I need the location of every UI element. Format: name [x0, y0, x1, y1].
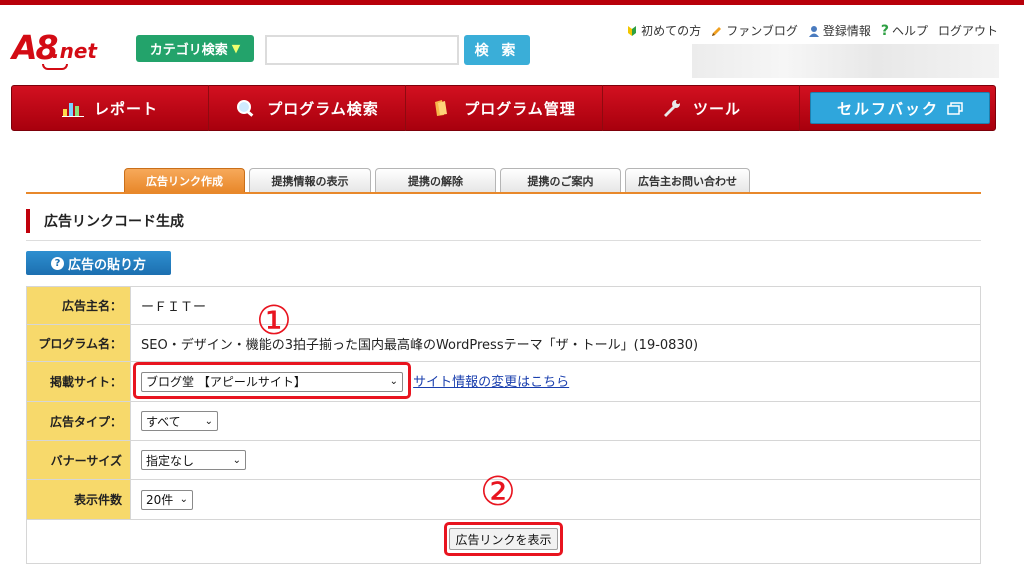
- bar-chart-icon: [61, 103, 84, 117]
- top-accent-bar: [0, 0, 1024, 5]
- new-window-icon: [947, 101, 963, 115]
- highlight-show-button: [444, 522, 563, 556]
- a8-logo[interactable]: A8 .net: [12, 26, 112, 70]
- beginner-label: 初めての方: [641, 24, 702, 38]
- wrench-icon: [663, 100, 680, 117]
- page-tabs: 広告リンク作成 提携情報の表示 提携の解除 提携のご案内 広告主お問い合わせ: [124, 168, 750, 192]
- count-select[interactable]: 20件 ⌄: [141, 489, 193, 510]
- form-row-advertiser: 広告主名： ーＦＩＴー: [26, 286, 981, 325]
- user-icon: [808, 25, 819, 37]
- site-label: 掲載サイト：: [26, 361, 131, 402]
- category-search-label: カテゴリ検索: [149, 43, 228, 58]
- adtype-select-value: すべて: [146, 414, 181, 429]
- beginner-mark-icon: [628, 25, 637, 36]
- logout-label: ログアウト: [937, 24, 998, 38]
- nav-program-manage[interactable]: プログラム管理: [406, 85, 603, 131]
- highlight-site-select: [133, 362, 411, 399]
- magnifier-icon: [237, 100, 254, 117]
- category-search-button[interactable]: カテゴリ検索 ▼: [136, 35, 254, 62]
- howto-button[interactable]: ? 広告の貼り方: [26, 251, 171, 275]
- tab-create-link[interactable]: 広告リンク作成: [124, 168, 245, 192]
- fanblog-label: ファンブログ: [726, 24, 798, 38]
- account-info-label: 登録情報: [822, 24, 871, 38]
- search-input[interactable]: [265, 35, 459, 65]
- main-nav: レポート プログラム検索 プログラム管理 ツール セルフバック: [11, 85, 996, 131]
- tab-partnership-guide[interactable]: 提携のご案内: [500, 168, 621, 192]
- count-select-value: 20件: [146, 493, 174, 507]
- chevron-down-icon: ⌄: [232, 454, 241, 466]
- tab-partnership-info[interactable]: 提携情報の表示: [249, 168, 371, 192]
- count-cell: 20件 ⌄: [130, 479, 981, 520]
- banner-cell: 指定なし ⌄: [130, 440, 981, 480]
- page-title: 広告リンクコード生成: [44, 213, 184, 230]
- nav-report-label: レポート: [93, 99, 158, 118]
- account-info-link[interactable]: 登録情報: [808, 22, 871, 39]
- advertiser-label: 広告主名：: [26, 286, 131, 325]
- nav-tools-label: ツール: [692, 99, 741, 118]
- logo-main: A8: [12, 28, 58, 67]
- nav-report[interactable]: レポート: [12, 85, 209, 131]
- howto-label: 広告の貼り方: [67, 257, 146, 273]
- chevron-down-icon: ⌄: [204, 415, 213, 427]
- selfback-button[interactable]: セルフバック: [810, 92, 990, 124]
- program-label: プログラム名：: [26, 324, 131, 362]
- fanblog-link[interactable]: ファンブログ: [711, 22, 798, 39]
- adtype-cell: すべて ⌄: [130, 401, 981, 441]
- form-row-program: プログラム名： SEO・デザイン・機能の3拍子揃った国内最高峰のWordPres…: [26, 324, 981, 362]
- help-label: ヘルプ: [891, 24, 928, 38]
- adtype-label: 広告タイプ：: [26, 401, 131, 441]
- nav-program-manage-label: プログラム管理: [464, 99, 576, 118]
- logo-suffix: .net: [52, 39, 97, 63]
- adtype-select[interactable]: すべて ⌄: [141, 411, 218, 431]
- chevron-down-icon: ⌄: [179, 494, 188, 505]
- beginner-link[interactable]: 初めての方: [626, 22, 701, 39]
- banner-label: バナーサイズ: [26, 440, 131, 480]
- nav-program-search-label: プログラム検索: [267, 99, 379, 118]
- banner-select-value: 指定なし: [146, 453, 195, 468]
- logout-link[interactable]: ログアウト: [938, 22, 998, 39]
- dropdown-triangle-icon: ▼: [231, 42, 241, 55]
- banner-select[interactable]: 指定なし ⌄: [141, 450, 246, 470]
- nav-program-search[interactable]: プログラム検索: [209, 85, 406, 131]
- tab-advertiser-contact[interactable]: 広告主お問い合わせ: [625, 168, 750, 192]
- site-info-change-link[interactable]: サイト情報の変更はこちら: [413, 375, 569, 390]
- title-accent: [26, 208, 30, 233]
- tab-cancel-partnership[interactable]: 提携の解除: [375, 168, 496, 192]
- nav-tools[interactable]: ツール: [603, 85, 800, 131]
- form-row-adtype: 広告タイプ： すべて ⌄: [26, 401, 981, 441]
- folder-icon: [435, 100, 448, 116]
- annotation-mark-2: ②: [480, 469, 516, 515]
- selfback-label: セルフバック: [836, 99, 939, 118]
- tab-underline: [26, 192, 981, 194]
- page-title-bar: 広告リンクコード生成: [26, 201, 981, 241]
- blurred-account-info: [692, 44, 999, 78]
- search-button[interactable]: 検 索: [464, 35, 530, 65]
- help-question-icon: ?: [880, 22, 889, 39]
- pencil-icon: [712, 26, 722, 36]
- question-circle-icon: ?: [50, 256, 64, 270]
- count-label: 表示件数: [26, 479, 131, 520]
- annotation-mark-1: ①: [256, 298, 292, 344]
- help-link[interactable]: ? ヘルプ: [881, 22, 928, 39]
- header-links: 初めての方 ファンブログ 登録情報 ? ヘルプ ログアウト: [626, 22, 998, 39]
- logo-swoosh: [42, 64, 68, 70]
